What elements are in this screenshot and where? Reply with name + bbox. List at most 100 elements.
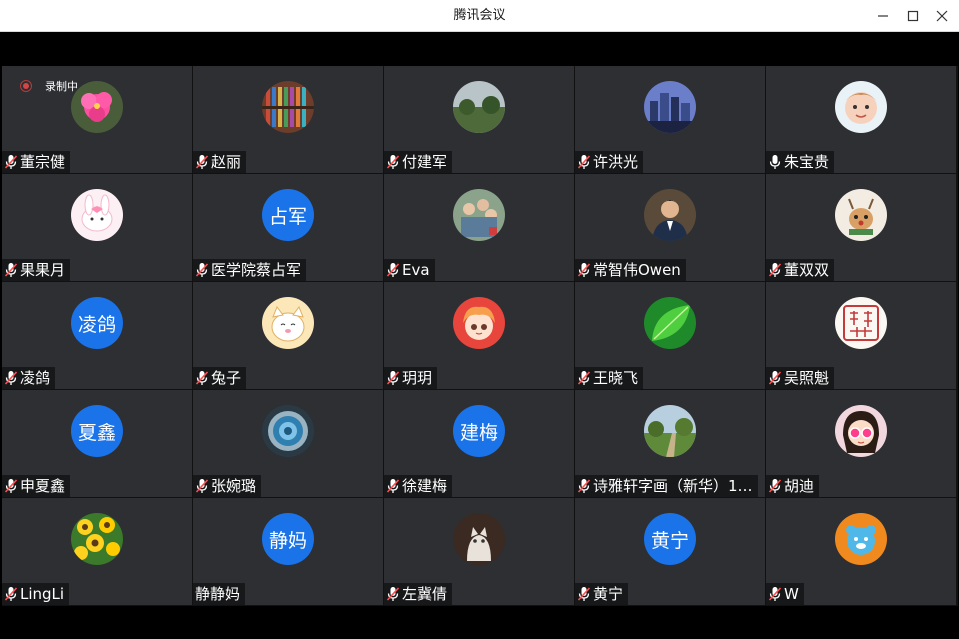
bookshelf-avatar: [262, 81, 314, 133]
participant-name: 董双双: [784, 261, 830, 279]
mic-muted-icon[interactable]: [577, 478, 591, 494]
mic-muted-icon[interactable]: [195, 154, 209, 170]
participant-name-label: 医学院蔡占军: [193, 259, 307, 281]
mic-muted-icon[interactable]: [577, 154, 591, 170]
text-avatar: 静妈: [262, 513, 314, 565]
participant-name-label: Eva: [384, 259, 435, 281]
mic-muted-icon[interactable]: [386, 478, 400, 494]
title-bar: 腾讯会议: [0, 0, 959, 32]
participant-name: 赵丽: [211, 153, 242, 171]
participant-name-label: 朱宝贵: [766, 151, 835, 173]
participant-tile[interactable]: 王晓飞: [575, 282, 765, 389]
mic-muted-icon[interactable]: [768, 262, 782, 278]
participant-tile[interactable]: 常智伟Owen: [575, 174, 765, 281]
mic-muted-icon[interactable]: [4, 154, 18, 170]
anime-girl-avatar: [453, 297, 505, 349]
mic-muted-icon[interactable]: [768, 586, 782, 602]
participant-tile[interactable]: Eva: [384, 174, 574, 281]
mic-muted-icon[interactable]: [195, 262, 209, 278]
participant-name: 果果月: [20, 261, 66, 279]
participant-tile[interactable]: 兔子: [193, 282, 383, 389]
participant-tile[interactable]: 占军 医学院蔡占军: [193, 174, 383, 281]
participant-name: 诗雅轩字画（新华）1…: [593, 477, 753, 495]
recording-indicator[interactable]: 录制中: [20, 77, 78, 95]
participant-tile[interactable]: 建梅徐建梅: [384, 390, 574, 497]
city-avatar: [644, 81, 696, 133]
participant-tile[interactable]: 张婉璐: [193, 390, 383, 497]
cat-photo-avatar: [453, 513, 505, 565]
participant-name-label: 王晓飞: [575, 367, 644, 389]
mic-muted-icon[interactable]: [768, 370, 782, 386]
participant-name-label: 吴照魁: [766, 367, 835, 389]
green-leaf-avatar: [644, 297, 696, 349]
participant-tile[interactable]: 夏鑫 申夏鑫: [2, 390, 192, 497]
mic-muted-icon[interactable]: [577, 370, 591, 386]
mic-muted-icon[interactable]: [4, 262, 18, 278]
participant-tile[interactable]: 董双双: [766, 174, 956, 281]
participant-name: 朱宝贵: [784, 153, 830, 171]
participant-name-label: 静静妈: [193, 583, 246, 605]
participant-name: 凌鸽: [20, 369, 51, 387]
baby-avatar: [835, 81, 887, 133]
participant-tile[interactable]: 静妈 静静妈: [193, 498, 383, 605]
participant-tile[interactable]: 左冀倩: [384, 498, 574, 605]
park-avatar: [644, 405, 696, 457]
participant-name-label: 申夏鑫: [2, 475, 71, 497]
participant-name: 徐建梅: [402, 477, 448, 495]
participant-name-label: LingLi: [2, 583, 70, 605]
mic-on-icon[interactable]: [768, 154, 782, 170]
participant-tile[interactable]: LingLi: [2, 498, 192, 605]
close-button[interactable]: [925, 0, 959, 32]
participant-name: 董宗健: [20, 153, 66, 171]
participant-tile[interactable]: 诗雅轩字画（新华）1…: [575, 390, 765, 497]
mic-muted-icon[interactable]: [386, 154, 400, 170]
girl-glasses-avatar: [835, 405, 887, 457]
participant-name: 黄宁: [593, 585, 624, 603]
participant-tile[interactable]: 黄宁 黄宁: [575, 498, 765, 605]
orange-bear-avatar: [835, 513, 887, 565]
text-avatar: 黄宁: [644, 513, 696, 565]
participant-name: 常智伟Owen: [593, 261, 681, 279]
participant-name-label: 黄宁: [575, 583, 629, 605]
participant-tile[interactable]: 赵丽: [193, 66, 383, 173]
window-title: 腾讯会议: [453, 8, 506, 23]
participant-tile[interactable]: 付建军: [384, 66, 574, 173]
mic-muted-icon[interactable]: [4, 370, 18, 386]
recording-label: 录制中: [45, 80, 78, 93]
mic-muted-icon[interactable]: [386, 586, 400, 602]
participant-name: Eva: [402, 261, 430, 279]
participant-tile[interactable]: 果果月: [2, 174, 192, 281]
participant-tile[interactable]: 吴照魁: [766, 282, 956, 389]
participant-tile[interactable]: 凌鸽 凌鸽: [2, 282, 192, 389]
mic-muted-icon[interactable]: [195, 478, 209, 494]
participant-tile[interactable]: 许洪光: [575, 66, 765, 173]
mic-muted-icon[interactable]: [386, 370, 400, 386]
landscape-avatar: [453, 81, 505, 133]
participant-tile[interactable]: 朱宝贵: [766, 66, 956, 173]
mic-muted-icon[interactable]: [768, 478, 782, 494]
participant-name-label: 董宗健: [2, 151, 71, 173]
mic-muted-icon[interactable]: [386, 262, 400, 278]
seal-stamp-avatar: [835, 297, 887, 349]
participant-name: 医学院蔡占军: [211, 261, 302, 279]
participant-tile[interactable]: 玥玥: [384, 282, 574, 389]
participant-name: 付建军: [402, 153, 448, 171]
participant-tile[interactable]: W: [766, 498, 956, 605]
deer-cartoon-avatar: [835, 189, 887, 241]
minimize-button[interactable]: [866, 0, 900, 32]
participant-name: 玥玥: [402, 369, 433, 387]
participant-name: 兔子: [211, 369, 242, 387]
mic-muted-icon[interactable]: [4, 586, 18, 602]
participant-name-label: 许洪光: [575, 151, 644, 173]
text-avatar: 建梅: [453, 405, 505, 457]
participant-name: 申夏鑫: [20, 477, 66, 495]
participant-name: 胡迪: [784, 477, 815, 495]
mic-muted-icon[interactable]: [4, 478, 18, 494]
participant-tile[interactable]: 胡迪: [766, 390, 956, 497]
participant-name-label: 胡迪: [766, 475, 820, 497]
participant-name-label: 赵丽: [193, 151, 247, 173]
mic-muted-icon[interactable]: [577, 262, 591, 278]
participant-name-label: 张婉璐: [193, 475, 262, 497]
mic-muted-icon[interactable]: [195, 370, 209, 386]
mic-muted-icon[interactable]: [577, 586, 591, 602]
